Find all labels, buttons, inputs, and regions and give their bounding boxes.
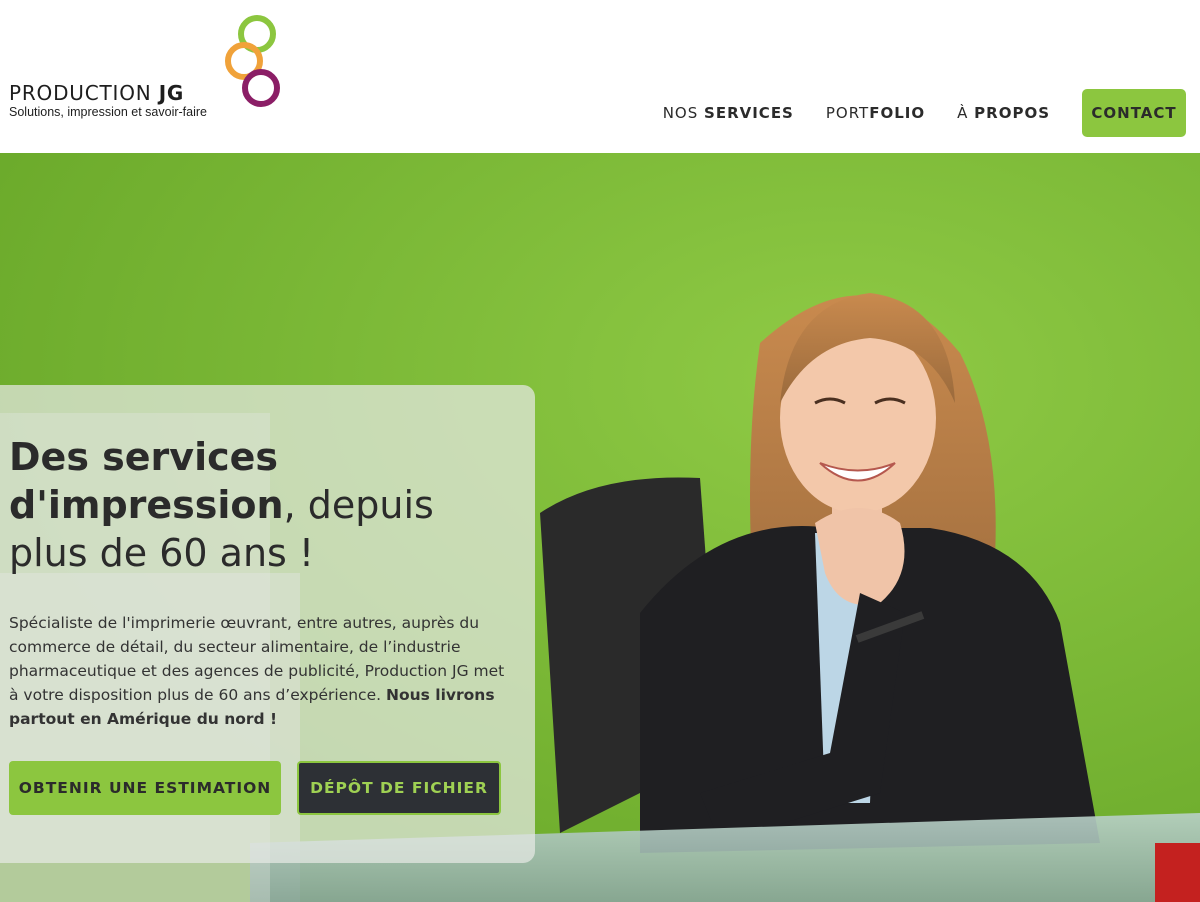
main-nav: NOS SERVICES PORTFOLIO À PROPOS CONTACT xyxy=(663,89,1186,137)
hero-title: Des services d'impression, depuis plus d… xyxy=(9,433,509,577)
nav-portfolio-prefix: PORT xyxy=(825,104,870,122)
site-header: PRODUCTION JG Solutions, impression et s… xyxy=(0,0,1200,153)
logo[interactable]: PRODUCTION JG Solutions, impression et s… xyxy=(0,0,300,153)
logo-text: PRODUCTION JG Solutions, impression et s… xyxy=(9,82,207,120)
nav-about-bold: PROPOS xyxy=(974,104,1050,122)
file-upload-button[interactable]: DÉPÔT DE FICHIER xyxy=(297,761,501,815)
logo-title-bold: JG xyxy=(158,81,185,105)
estimate-button[interactable]: OBTENIR UNE ESTIMATION xyxy=(9,761,281,815)
hero-description: Spécialiste de l'imprimerie œuvrant, ent… xyxy=(9,611,509,731)
nav-services-bold: SERVICES xyxy=(704,104,794,122)
nav-about-prefix: À xyxy=(957,104,975,122)
hero-card: Des services d'impression, depuis plus d… xyxy=(0,385,535,863)
nav-portfolio-bold: FOLIO xyxy=(869,104,926,122)
logo-rings-icon xyxy=(225,15,280,107)
nav-services-prefix: NOS xyxy=(662,104,705,122)
nav-item-portfolio[interactable]: PORTFOLIO xyxy=(826,104,925,122)
contact-button[interactable]: CONTACT xyxy=(1082,89,1186,137)
hero-title-bold: Des services d'impression xyxy=(9,435,284,527)
nav-item-services[interactable]: NOS SERVICES xyxy=(663,104,794,122)
logo-tagline: Solutions, impression et savoir-faire xyxy=(9,105,207,119)
logo-title-regular: PRODUCTION xyxy=(9,81,159,105)
logo-title: PRODUCTION JG xyxy=(9,82,207,104)
nav-item-about[interactable]: À PROPOS xyxy=(957,104,1050,122)
hero-section: Des services d'impression, depuis plus d… xyxy=(0,153,1200,902)
